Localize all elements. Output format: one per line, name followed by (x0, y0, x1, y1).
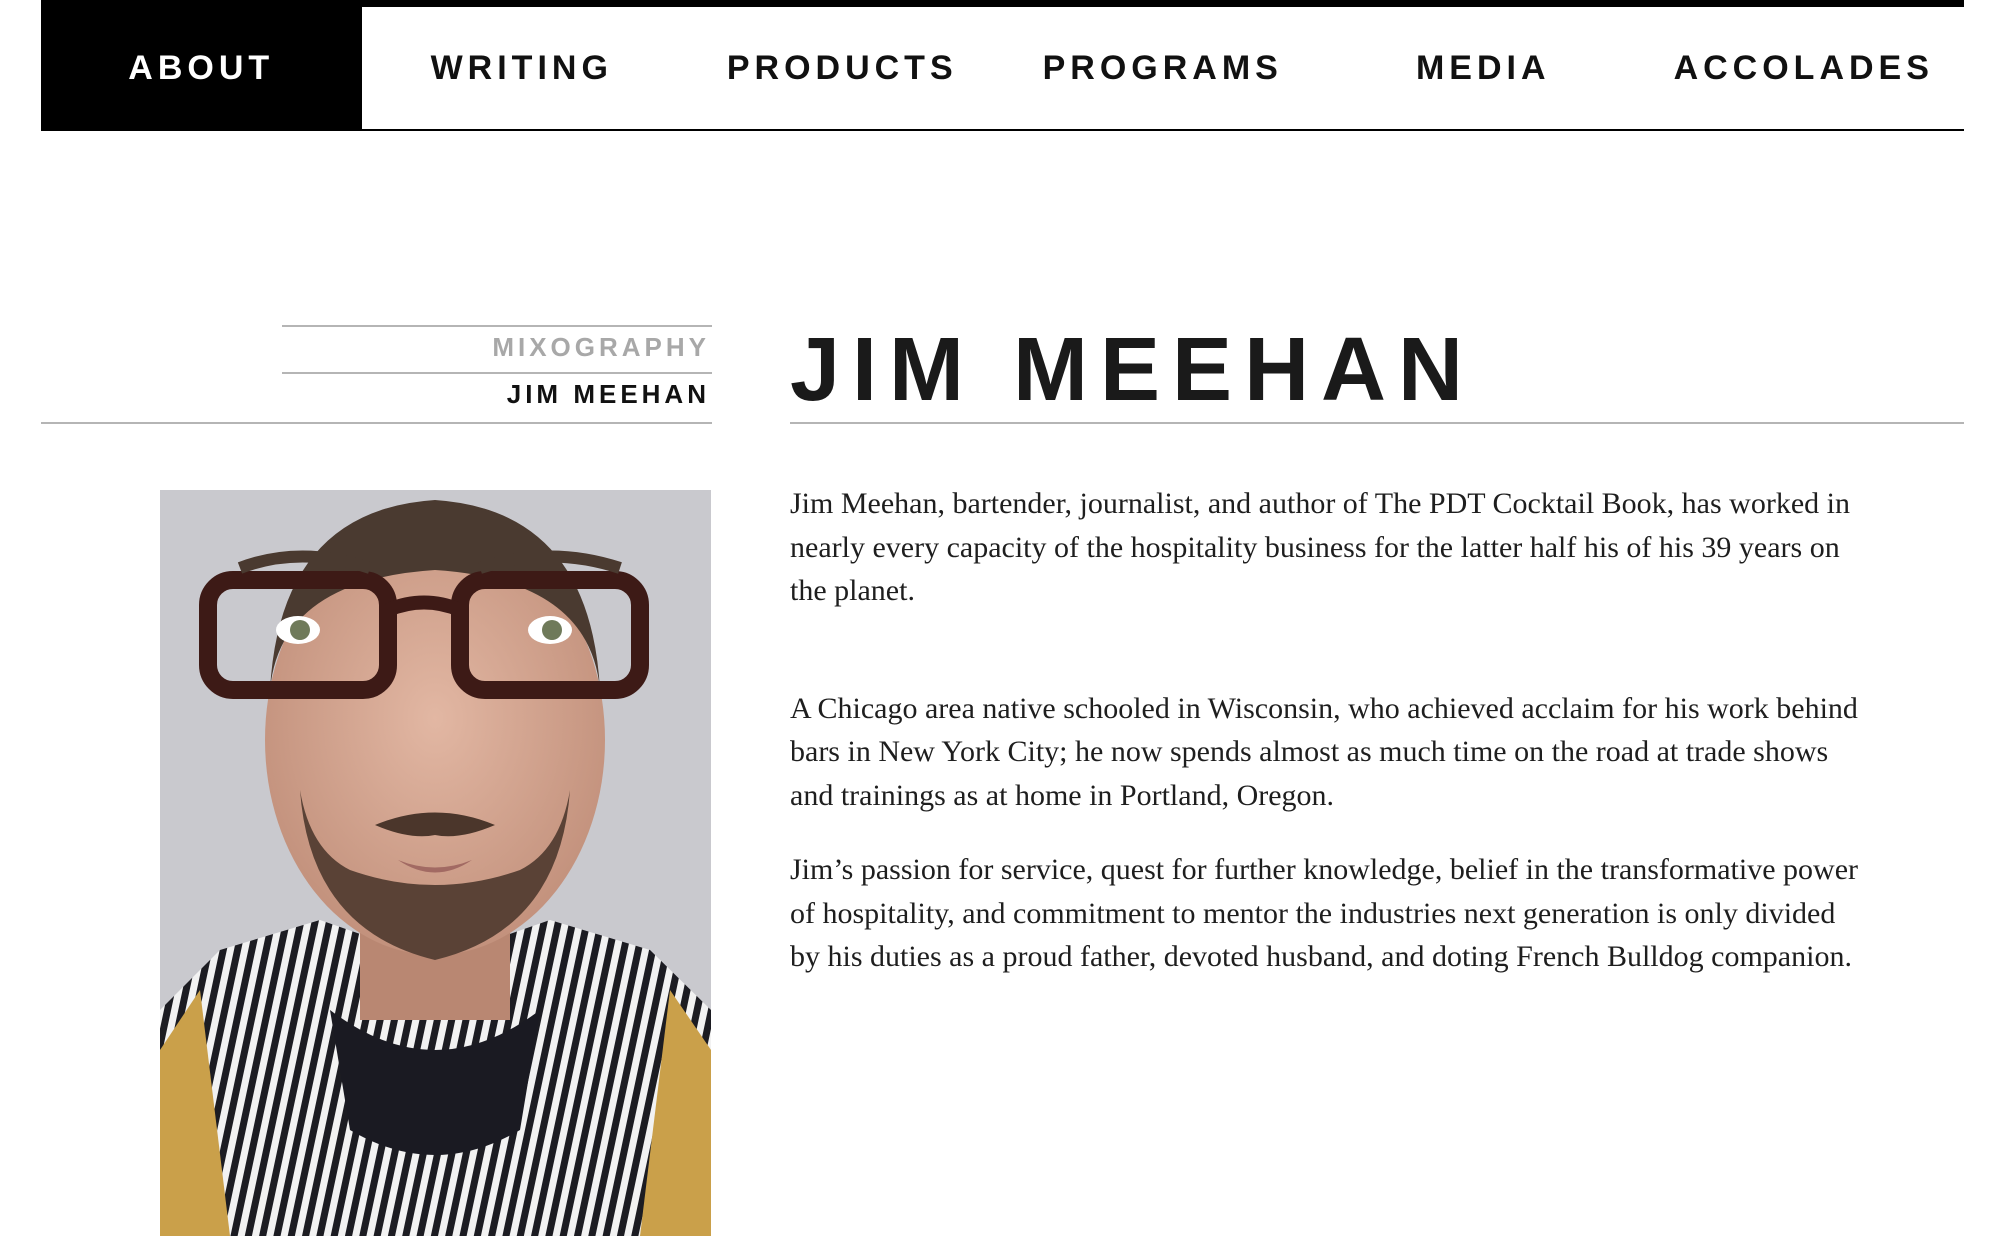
breadcrumb-bottom-rule (41, 422, 712, 424)
page-title: JIM MEEHAN (790, 320, 1476, 420)
bio-paragraph: Jim’s passion for service, quest for fur… (790, 853, 1859, 973)
breadcrumb-current: JIM MEEHAN (506, 379, 710, 409)
title-underline (790, 422, 1964, 424)
breadcrumb-divider (282, 372, 712, 374)
bio-text: Jim Meehan, bartender, journalist, and a… (790, 482, 1870, 979)
breadcrumb-top-rule (282, 325, 712, 327)
nav-item-about[interactable]: ABOUT (41, 7, 362, 129)
nav-item-accolades[interactable]: ACCOLADES (1644, 7, 1965, 129)
nav-item-products[interactable]: PRODUCTS (682, 7, 1003, 129)
breadcrumb-parent-link[interactable]: MIXOGRAPHY (492, 332, 710, 362)
portrait-illustration (160, 490, 711, 1236)
nav-item-programs[interactable]: PROGRAMS (1003, 7, 1324, 129)
nav-item-media[interactable]: MEDIA (1323, 7, 1644, 129)
nav-item-writing[interactable]: WRITING (362, 7, 683, 129)
bio-paragraph: Jim Meehan, bartender, journalist, and a… (790, 487, 1850, 607)
portrait-photo (160, 490, 711, 1236)
bio-paragraph: A Chicago area native schooled in Wiscon… (790, 691, 1858, 812)
main-nav: ABOUT WRITING PRODUCTS PROGRAMS MEDIA AC… (41, 0, 1964, 131)
